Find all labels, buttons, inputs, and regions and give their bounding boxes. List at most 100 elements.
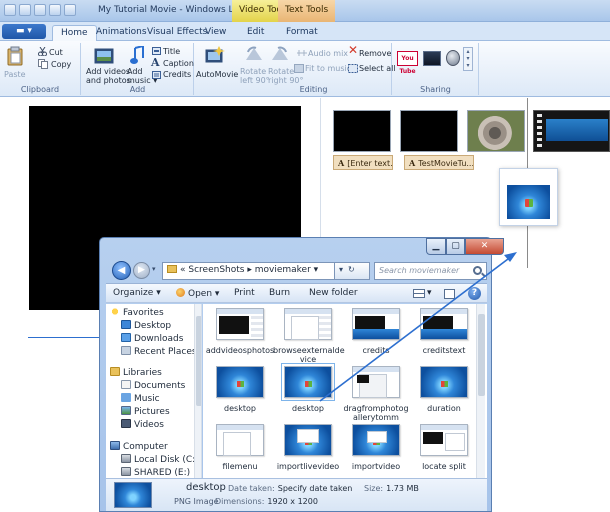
select-all-button[interactable]: Select all xyxy=(359,64,396,73)
new-folder-button[interactable]: New folder xyxy=(309,288,358,298)
maximize-button[interactable]: ▢ xyxy=(446,238,465,255)
search-input[interactable]: Search moviemaker xyxy=(374,262,487,280)
storyboard-video-clip[interactable] xyxy=(533,110,610,152)
burn-button[interactable]: Burn xyxy=(269,288,290,298)
breadcrumb-screenshots[interactable]: ScreenShots xyxy=(188,265,244,275)
sharing-more-icon[interactable]: ▴ ▾ ▾ xyxy=(463,47,473,71)
credits-button[interactable]: Credits xyxy=(163,70,191,79)
remove-button[interactable]: Remove xyxy=(359,49,391,58)
file-item[interactable]: importvideo xyxy=(341,424,411,471)
organize-button[interactable]: Organize ▾ xyxy=(113,288,161,298)
audio-mix-button[interactable]: Audio mix xyxy=(308,49,348,58)
file-list-scroll-thumb[interactable] xyxy=(478,314,485,396)
title-button[interactable]: Title xyxy=(163,47,180,56)
file-item-selected[interactable]: desktop xyxy=(273,363,343,413)
copy-button[interactable]: Copy xyxy=(51,60,71,69)
group-add: Add videos and photos Add music ▾ Title A … xyxy=(82,43,194,95)
print-button[interactable]: Print xyxy=(234,288,255,298)
file-item[interactable]: desktop xyxy=(205,366,275,413)
nav-local-disk[interactable]: Local Disk (C:) xyxy=(121,454,199,465)
address-bar[interactable]: « ScreenShots ▸ moviemaker ▾ xyxy=(162,262,335,280)
title-bar: My Tutorial Movie - Windows Live Movie..… xyxy=(0,0,610,22)
redo-icon[interactable] xyxy=(49,4,61,16)
video-clip-thumbnail xyxy=(546,119,608,141)
application-menu-button[interactable]: ▬ ▾ xyxy=(2,24,46,39)
view-dropdown-icon[interactable]: ▾ xyxy=(427,288,432,298)
share-disc-icon[interactable] xyxy=(446,50,460,66)
paste-button[interactable]: Paste xyxy=(4,70,26,79)
add-videos-photos-button[interactable]: Add videos and photos xyxy=(86,67,131,85)
file-item[interactable]: browseexternalde vice xyxy=(273,308,345,364)
file-thumbnail xyxy=(284,424,332,456)
caption-a-icon: A xyxy=(338,158,345,168)
music-icon xyxy=(121,393,131,402)
close-button[interactable]: ✕ xyxy=(465,238,504,255)
share-tv-icon[interactable] xyxy=(423,51,441,66)
nav-pane-scrollbar[interactable] xyxy=(194,304,201,478)
tab-view[interactable]: View xyxy=(205,25,226,41)
file-explorer-window[interactable]: ▁ ▢ ✕ ◀ ▶ ▾ « ScreenShots ▸ moviemaker ▾… xyxy=(99,237,504,512)
storyboard-title-clip[interactable] xyxy=(333,110,391,152)
caption-chip-2[interactable]: A TestMovieTu... xyxy=(404,155,474,170)
file-thumbnail xyxy=(352,308,400,340)
drag-preview-thumbnail xyxy=(499,168,558,226)
change-view-icon[interactable] xyxy=(413,289,425,298)
file-item[interactable]: duration xyxy=(409,366,479,413)
qat-dropdown-icon[interactable] xyxy=(64,4,76,16)
context-text-tools: Text Tools xyxy=(278,0,336,22)
file-item[interactable]: creditstext xyxy=(409,308,479,355)
recent-pages-dropdown-icon[interactable]: ▾ xyxy=(152,265,156,273)
nav-music[interactable]: Music xyxy=(121,393,160,404)
tab-animations[interactable]: Animations xyxy=(96,25,147,41)
storyboard-black-clip[interactable] xyxy=(400,110,458,152)
automovie-button[interactable]: AutoMovie xyxy=(196,70,238,79)
caption-button[interactable]: Caption xyxy=(163,59,194,68)
rotate-left-button[interactable]: Rotate left 90° xyxy=(240,67,270,85)
cut-button[interactable]: Cut xyxy=(49,48,63,57)
desktop-image-thumbnail xyxy=(507,185,550,219)
save-icon[interactable] xyxy=(19,4,31,16)
tab-format[interactable]: Format xyxy=(286,25,318,41)
nav-recent-places[interactable]: Recent Places xyxy=(121,346,197,357)
tab-edit[interactable]: Edit xyxy=(247,25,264,41)
nav-downloads[interactable]: Downloads xyxy=(121,333,183,344)
recent-places-icon xyxy=(121,346,131,355)
youtube-icon[interactable]: You Tube xyxy=(397,51,418,75)
open-button[interactable]: Open ▾ xyxy=(176,288,219,299)
nav-pane-scroll-thumb[interactable] xyxy=(196,316,201,406)
back-button[interactable]: ◀ xyxy=(112,261,131,280)
file-item[interactable]: addvideosphotos xyxy=(205,308,275,355)
nav-libraries[interactable]: Libraries xyxy=(110,367,162,378)
minimize-button[interactable]: ▁ xyxy=(426,238,446,255)
tab-visual-effects[interactable]: Visual Effects xyxy=(147,25,207,41)
title-icon xyxy=(152,47,161,55)
tab-home[interactable]: Home xyxy=(52,25,97,41)
nav-videos[interactable]: Videos xyxy=(121,419,164,430)
fit-to-music-button[interactable]: Fit to music xyxy=(305,64,351,73)
automovie-icon xyxy=(205,46,225,63)
address-buttons[interactable]: ▾↻ xyxy=(335,262,370,280)
file-item[interactable]: filemenu xyxy=(205,424,275,471)
file-item[interactable]: credits xyxy=(341,308,411,355)
help-icon[interactable]: ? xyxy=(468,287,481,300)
storyboard-koala-photo[interactable] xyxy=(467,110,525,152)
preview-pane-icon[interactable] xyxy=(444,289,455,299)
breadcrumb-moviemaker[interactable]: moviemaker xyxy=(255,265,311,275)
file-item[interactable]: locate split xyxy=(409,424,479,471)
undo-icon[interactable] xyxy=(34,4,46,16)
file-item[interactable]: importlivevideo xyxy=(273,424,343,471)
nav-documents[interactable]: Documents xyxy=(121,380,185,391)
file-item[interactable]: dragfromphotog allerytomm xyxy=(341,366,411,422)
caption-chip-1[interactable]: A [Enter text... xyxy=(333,155,393,170)
details-file-type: PNG Image xyxy=(174,497,219,506)
nav-computer[interactable]: Computer xyxy=(110,441,168,452)
nav-pictures[interactable]: Pictures xyxy=(121,406,170,417)
forward-button[interactable]: ▶ xyxy=(133,262,150,279)
nav-desktop[interactable]: Desktop xyxy=(121,320,171,331)
file-list-scrollbar[interactable] xyxy=(476,304,485,478)
search-icon[interactable] xyxy=(473,266,482,275)
nav-favorites[interactable]: Favorites xyxy=(110,307,164,318)
app-icon[interactable] xyxy=(4,4,16,16)
add-music-icon xyxy=(130,46,144,64)
nav-shared-drive[interactable]: SHARED (E:) xyxy=(121,467,190,478)
